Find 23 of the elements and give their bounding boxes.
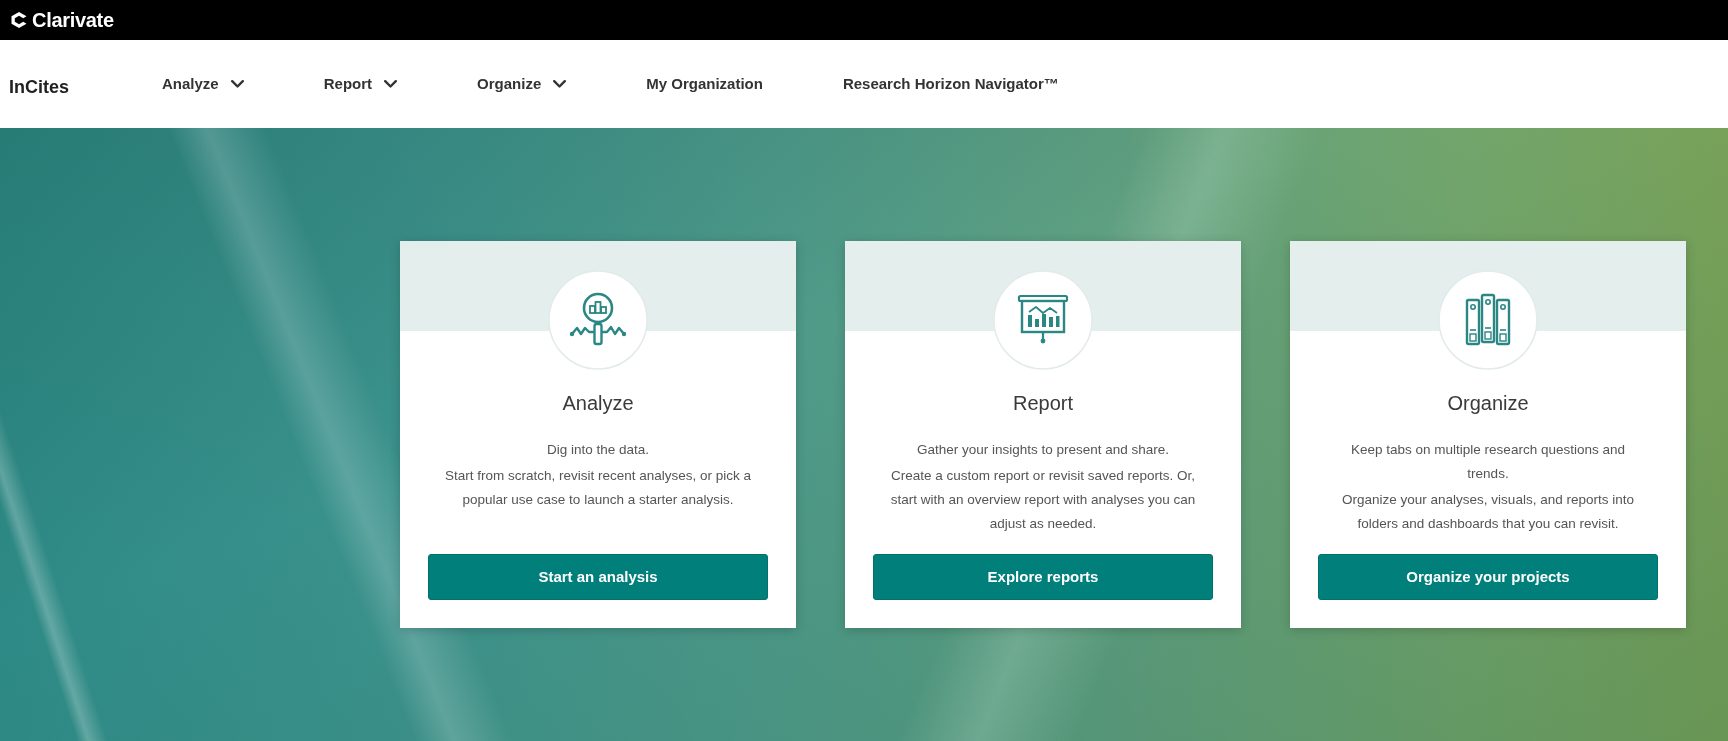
logo-icon bbox=[10, 11, 28, 29]
card-heading: Report bbox=[1013, 391, 1073, 416]
magnifier-chart-icon bbox=[548, 270, 648, 370]
card-heading: Analyze bbox=[562, 391, 634, 416]
card-summary: Gather your insights to present and share. bbox=[916, 441, 1170, 459]
action-button[interactable]: Start an analysis bbox=[428, 554, 768, 600]
nav-link[interactable]: Report bbox=[323, 72, 398, 96]
nav-link[interactable]: Organize bbox=[477, 72, 567, 96]
product-name: InCites bbox=[9, 75, 70, 99]
brand-name: Clarivate bbox=[32, 8, 114, 33]
nav-link[interactable]: Research Horizon Navigator™ bbox=[842, 72, 1059, 96]
nav-link[interactable]: Analyze bbox=[162, 72, 244, 96]
card-heading: Organize bbox=[1447, 391, 1529, 416]
card-summary: Keep tabs on multiple research questions and trends. bbox=[1350, 441, 1626, 483]
card-description: Start from scratch, revisit recent analyses, or pick a popular use case to launch a starter analysis. bbox=[443, 467, 753, 509]
card-description: Create a custom report or revisit saved reports. Or, start with an overview report with analyses you can adjust as needed. bbox=[889, 467, 1197, 533]
action-button[interactable]: Organize your projects bbox=[1318, 554, 1658, 600]
binders-icon bbox=[1438, 270, 1538, 370]
card-summary: Dig into the data. bbox=[546, 441, 650, 459]
nav-link[interactable]: My Organization bbox=[646, 72, 763, 96]
card-description: Organize your analyses, visuals, and reports into folders and dashboards that you can revisit. bbox=[1341, 491, 1635, 533]
presentation-board-icon bbox=[993, 270, 1093, 370]
action-button[interactable]: Explore reports bbox=[873, 554, 1213, 600]
